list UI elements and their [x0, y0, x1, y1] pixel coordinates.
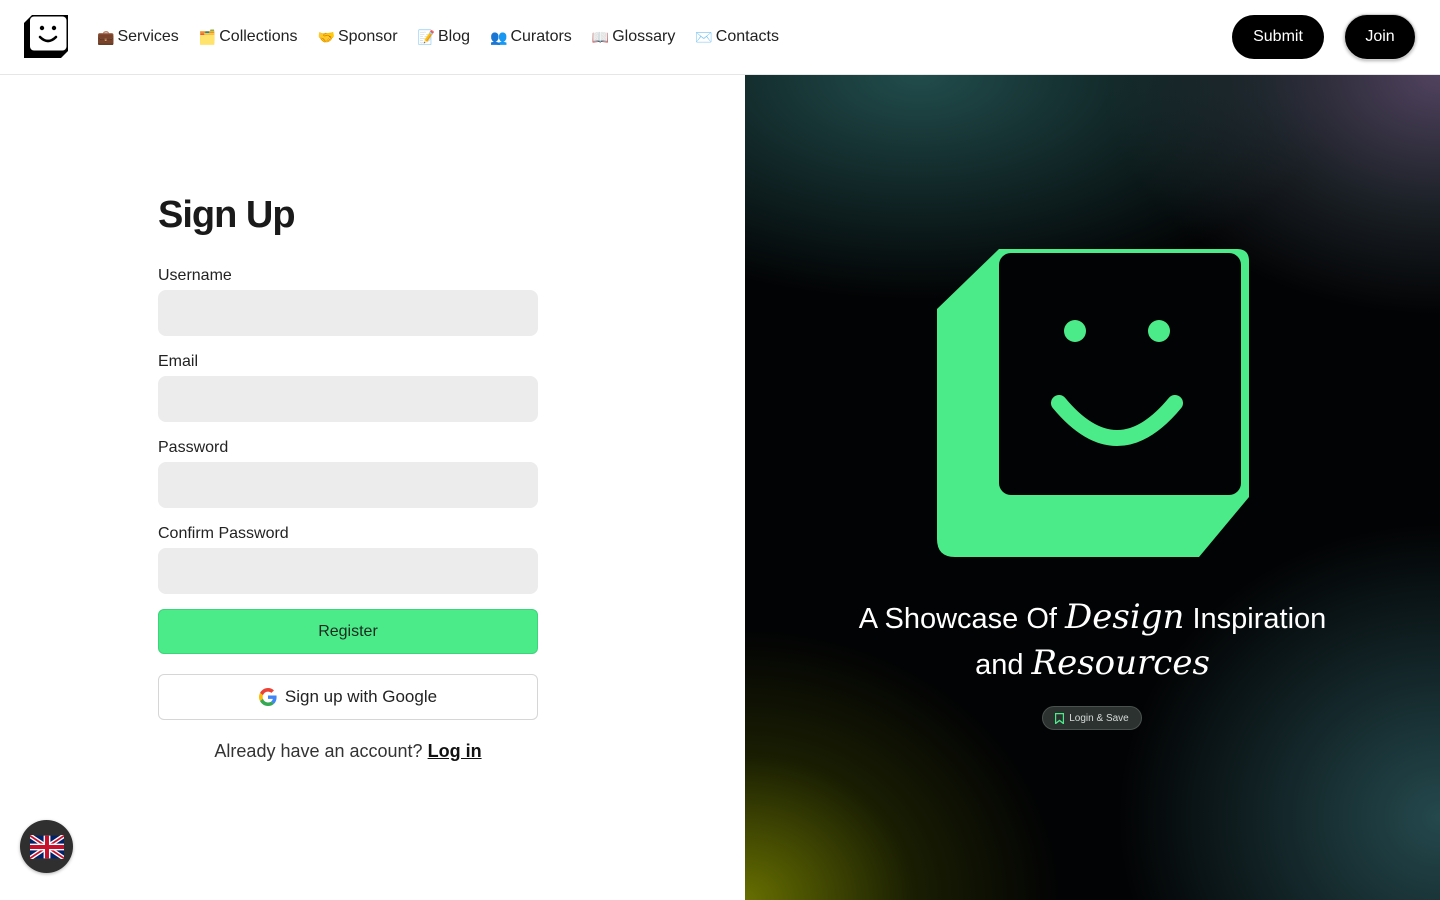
nav-glossary[interactable]: 📖 Glossary: [592, 26, 676, 48]
headline-line-2: and Resources: [745, 641, 1440, 687]
password-label: Password: [158, 439, 229, 456]
nav-contacts[interactable]: ✉️ Contacts: [695, 26, 779, 48]
confirm-password-input[interactable]: [158, 548, 538, 594]
username-input[interactable]: [158, 290, 538, 336]
headline-line-1: A Showcase Of Design Inspiration: [745, 595, 1440, 641]
pill-label: Login & Save: [1069, 712, 1129, 724]
email-input[interactable]: [158, 376, 538, 422]
password-input[interactable]: [158, 462, 538, 508]
nav-collections[interactable]: 🗂️ Collections: [199, 26, 298, 48]
nav-curators[interactable]: 👥 Curators: [490, 26, 572, 48]
language-switcher[interactable]: [20, 820, 73, 873]
headline-text: A Showcase Of: [858, 603, 1057, 635]
signup-form: Sign Up Username Email Password Confirm …: [158, 190, 538, 610]
briefcase-icon: 💼: [97, 29, 115, 45]
register-button[interactable]: Register: [158, 609, 538, 654]
memo-icon: 📝: [417, 29, 435, 45]
nav-label: Blog: [437, 28, 470, 45]
page-title: Sign Up: [158, 194, 296, 236]
main-nav: 💼 Services 🗂️ Collections 🤝 Sponsor 📝 Blog 👥…: [97, 26, 779, 48]
headline-text: and: [975, 649, 1024, 681]
google-icon: [258, 688, 277, 706]
nav-sponsor[interactable]: 🤝 Sponsor: [318, 26, 398, 48]
confirm-password-label: Confirm Password: [158, 525, 289, 542]
hero-headline: A Showcase Of Design Inspiration and Res…: [745, 595, 1440, 687]
handshake-icon: 🤝: [317, 29, 335, 45]
login-link[interactable]: Log in: [428, 741, 482, 761]
nav-label: Sponsor: [337, 28, 398, 45]
headline-text: Inspiration: [1192, 603, 1327, 635]
nav-label: Collections: [219, 28, 298, 45]
nav-blog[interactable]: 📝 Blog: [418, 26, 470, 48]
submit-button[interactable]: Submit: [1232, 15, 1324, 59]
smiley-box-logo: [937, 249, 1249, 557]
login-prompt-text: Already have an account?: [214, 741, 423, 761]
open-book-icon: 📖: [591, 29, 610, 45]
logo[interactable]: [24, 15, 68, 58]
nav-label: Contacts: [715, 28, 779, 45]
join-button[interactable]: Join: [1344, 14, 1416, 60]
uk-flag-icon: [29, 834, 64, 859]
google-button-label: Sign up with Google: [284, 687, 438, 706]
email-label: Email: [158, 353, 199, 370]
nav-label: Glossary: [612, 28, 676, 45]
nav-label: Curators: [510, 28, 572, 45]
top-header: 💼 Services 🗂️ Collections 🤝 Sponsor 📝 Blog 👥…: [0, 0, 1440, 75]
nav-label: Services: [117, 28, 179, 45]
envelope-icon: ✉️: [695, 29, 713, 45]
bookmark-icon: [1055, 712, 1065, 724]
headline-italic: Design: [1065, 597, 1185, 637]
card-index-dividers-icon: 🗂️: [198, 29, 217, 45]
nav-services[interactable]: 💼 Services: [97, 26, 179, 48]
hero-panel: A Showcase Of Design Inspiration and Res…: [745, 75, 1440, 900]
headline-italic: Resources: [1031, 643, 1210, 683]
google-signup-button[interactable]: Sign up with Google: [158, 674, 538, 720]
people-icon: 👥: [490, 29, 508, 45]
login-prompt: Already have an account? Log in: [158, 741, 538, 762]
login-save-pill: Login & Save: [1042, 706, 1142, 730]
username-label: Username: [158, 267, 232, 284]
